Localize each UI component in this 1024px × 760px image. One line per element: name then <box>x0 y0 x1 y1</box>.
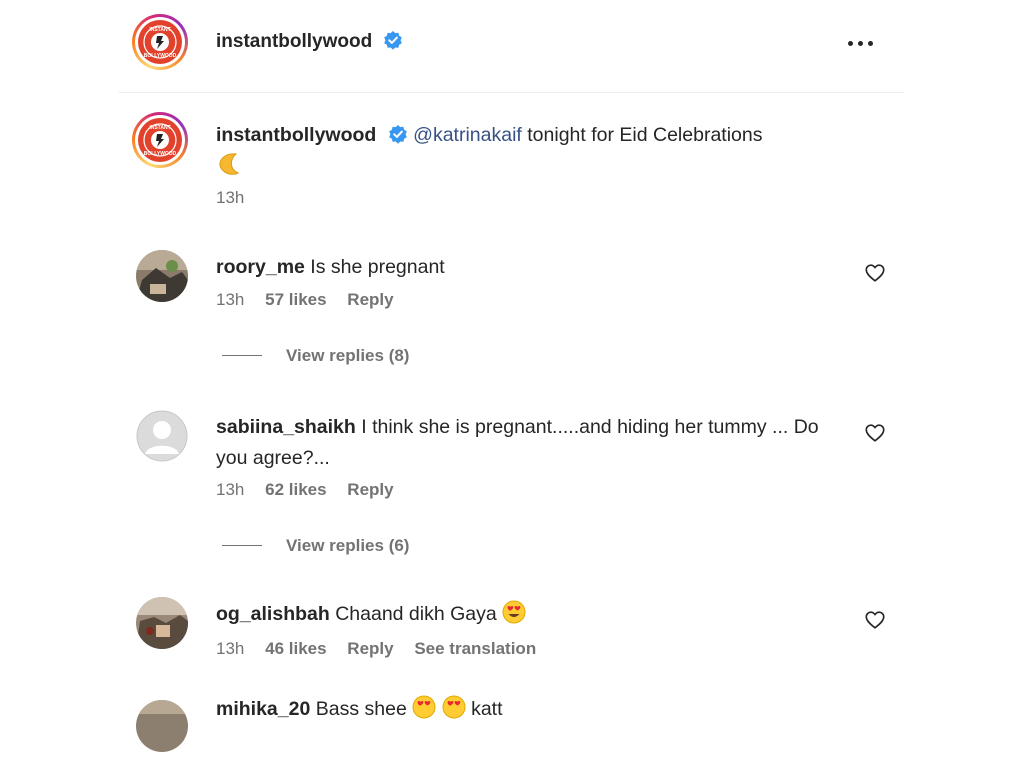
svg-text:BOLLYWOOD: BOLLYWOOD <box>144 151 177 157</box>
view-replies-button[interactable]: View replies (6) <box>222 536 409 556</box>
comment-text-tail: katt <box>471 698 503 720</box>
caption-timestamp: 13h <box>216 188 245 207</box>
post-caption: INSTANT BOLLYWOOD instantbollywood @katr… <box>118 110 904 220</box>
commenter-avatar[interactable] <box>136 250 188 302</box>
instant-bollywood-logo: INSTANT BOLLYWOOD <box>138 118 182 162</box>
more-options-button[interactable] <box>846 28 876 58</box>
see-translation-button[interactable]: See translation <box>414 639 536 658</box>
heart-eyes-emoji-icon <box>412 695 436 719</box>
instant-bollywood-logo: INSTANT BOLLYWOOD <box>138 20 182 64</box>
comment-username[interactable]: mihika_20 <box>216 698 310 720</box>
comment-item: og_alishbah Chaand dikh Gaya 13h 46 like… <box>118 597 904 677</box>
svg-text:INSTANT: INSTANT <box>149 27 170 33</box>
mention-link[interactable]: @katrinakaif <box>413 124 522 146</box>
heart-icon[interactable] <box>864 609 886 631</box>
author-username[interactable]: instantbollywood <box>216 31 372 52</box>
reply-button[interactable]: Reply <box>347 290 393 309</box>
caption-author-username[interactable]: instantbollywood <box>216 124 376 146</box>
heart-icon[interactable] <box>864 422 886 444</box>
crescent-moon-icon <box>219 153 240 175</box>
author-avatar[interactable]: INSTANT BOLLYWOOD <box>132 14 188 70</box>
comment-item: mihika_20 Bass shee katt <box>118 695 904 760</box>
post-panel: INSTANT BOLLYWOOD instantbollywood INSTA… <box>118 0 904 752</box>
comment-item: roory_me Is she pregnant 13h 57 likes Re… <box>118 250 904 380</box>
verified-badge-icon <box>388 125 407 144</box>
comment-timestamp: 13h <box>216 639 245 658</box>
comment-text: Bass shee <box>315 698 407 720</box>
commenter-avatar[interactable] <box>136 597 188 649</box>
comment-likes[interactable]: 57 likes <box>265 290 326 309</box>
reply-button[interactable]: Reply <box>347 480 393 499</box>
heart-icon[interactable] <box>864 262 886 284</box>
post-header: INSTANT BOLLYWOOD instantbollywood <box>118 0 904 93</box>
comment-username[interactable]: roory_me <box>216 256 305 278</box>
comment-text: Is she pregnant <box>310 256 445 278</box>
caption-body: tonight for Eid Celebrations <box>521 124 763 146</box>
comment-text: Chaand dikh Gaya <box>335 603 497 625</box>
commenter-avatar[interactable] <box>136 700 188 752</box>
comment-username[interactable]: sabiina_shaikh <box>216 416 356 438</box>
comment-username[interactable]: og_alishbah <box>216 603 330 625</box>
comment-likes[interactable]: 62 likes <box>265 480 326 499</box>
heart-eyes-emoji-icon <box>442 695 466 719</box>
comment-timestamp: 13h <box>216 480 245 499</box>
commenter-avatar[interactable] <box>136 410 188 462</box>
view-replies-button[interactable]: View replies (8) <box>222 346 409 366</box>
caption-text: instantbollywood @katrinakaif tonight fo… <box>216 120 856 183</box>
reply-button[interactable]: Reply <box>347 639 393 658</box>
svg-text:INSTANT: INSTANT <box>149 125 170 131</box>
comment-likes[interactable]: 46 likes <box>265 639 326 658</box>
svg-text:BOLLYWOOD: BOLLYWOOD <box>144 53 177 59</box>
comment-item: sabiina_shaikh I think she is pregnant..… <box>118 410 904 570</box>
verified-badge-icon <box>383 31 402 50</box>
heart-eyes-emoji-icon <box>502 600 526 624</box>
caption-author-avatar[interactable]: INSTANT BOLLYWOOD <box>132 112 188 168</box>
comment-timestamp: 13h <box>216 290 245 309</box>
